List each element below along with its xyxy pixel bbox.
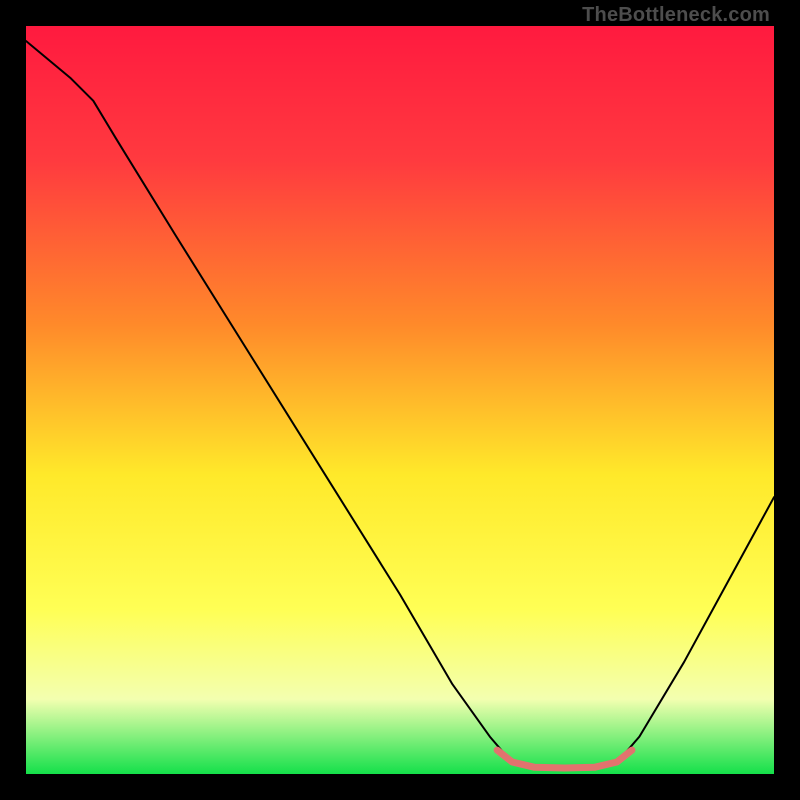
plot-area — [26, 26, 774, 774]
watermark-text: TheBottleneck.com — [582, 4, 770, 27]
chart-frame: TheBottleneck.com — [0, 0, 800, 800]
chart-svg — [26, 26, 774, 774]
